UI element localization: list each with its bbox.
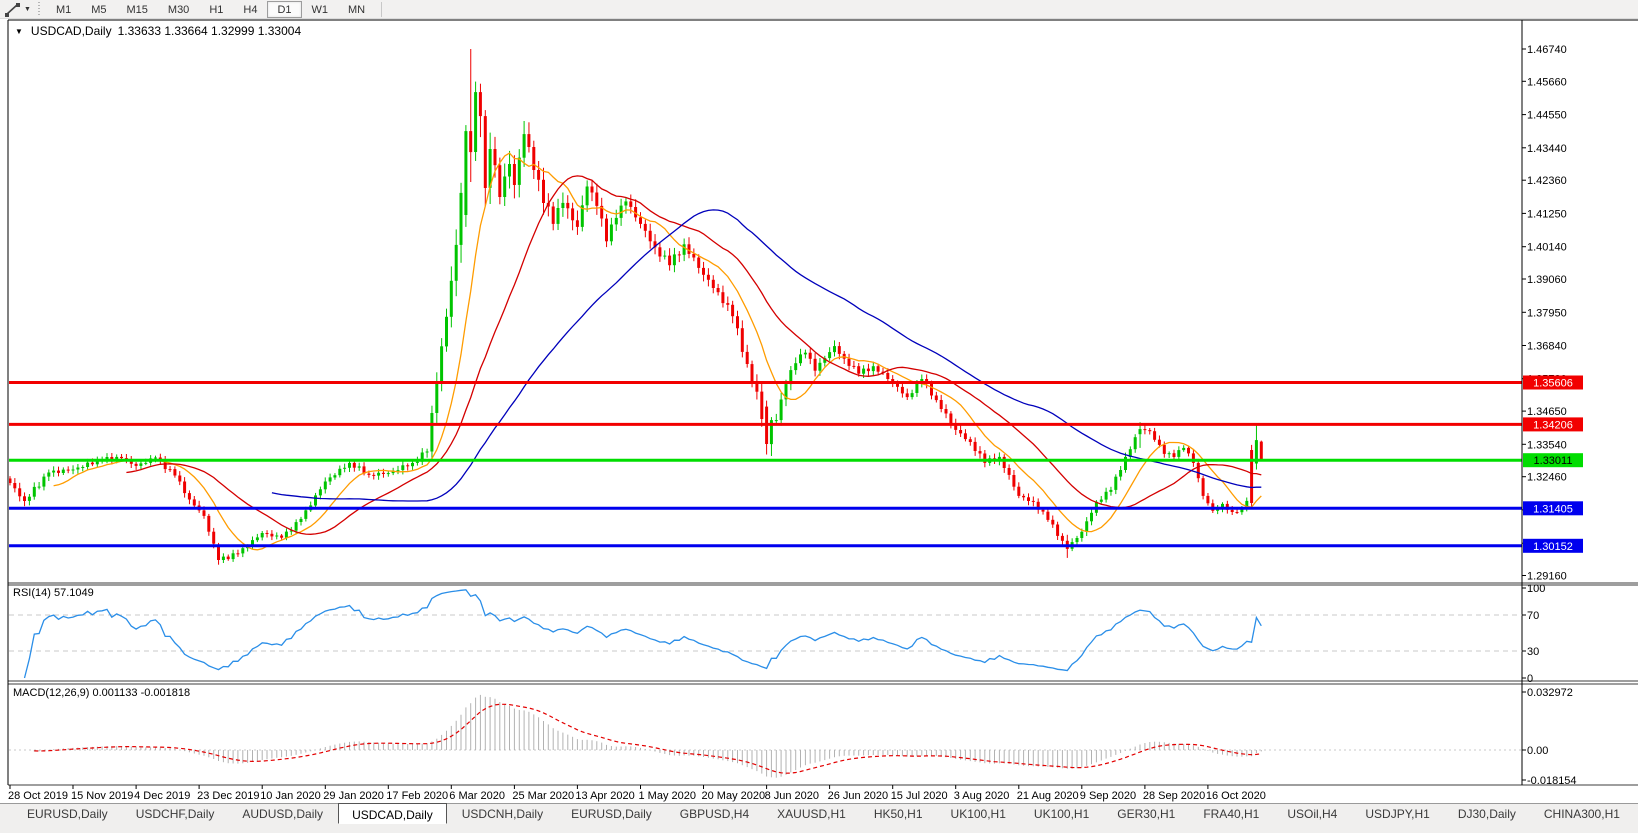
svg-text:1.46740: 1.46740 [1527,44,1567,56]
rsi-indicator-label: RSI(14) 57.1049 [13,587,94,599]
timeframe-button-m15[interactable]: M15 [117,1,158,18]
tab-ger30-h1[interactable]: GER30,H1 [1104,805,1188,824]
tab-usdchf-daily[interactable]: USDCHF,Daily [123,805,228,824]
svg-text:1.33011: 1.33011 [1534,455,1573,467]
svg-text:1.36840: 1.36840 [1527,341,1567,353]
chart-canvas[interactable]: 1.46740 1.45660 1.44550 1.43440 1.42360 1.412… [0,0,1638,833]
symbol-dropdown-icon[interactable]: ▼ [15,27,23,36]
rsi-axis: 100 70 30 0 [1522,583,1545,685]
toolbar-separator [381,1,383,17]
svg-text:100: 100 [1527,583,1545,595]
svg-text:1.37950: 1.37950 [1527,307,1567,319]
chart-title: ▼ USDCAD,Daily 1.33633 1.33664 1.32999 1… [15,24,301,38]
svg-text:16 Oct 2020: 16 Oct 2020 [1206,790,1266,802]
svg-text:0.00: 0.00 [1527,745,1548,757]
svg-text:1.30152: 1.30152 [1533,541,1573,553]
tab-fra40-h1[interactable]: FRA40,H1 [1190,805,1272,824]
chart-tabs: EURUSD,Daily USDCHF,Daily AUDUSD,Daily USDC… [0,803,1638,824]
svg-text:21 Aug 2020: 21 Aug 2020 [1017,790,1079,802]
macd-histogram [33,694,1262,778]
svg-text:1.45660: 1.45660 [1527,76,1567,88]
drawing-tool-icon [5,2,20,17]
svg-text:3 Aug 2020: 3 Aug 2020 [954,790,1010,802]
tab-dj30-daily[interactable]: DJ30,Daily [1445,805,1529,824]
svg-text:25 Mar 2020: 25 Mar 2020 [512,790,574,802]
svg-text:17 Feb 2020: 17 Feb 2020 [386,790,448,802]
svg-text:1.39060: 1.39060 [1527,274,1567,286]
tab-usdcad-daily[interactable]: USDCAD,Daily [338,803,447,824]
tab-usdcnh-daily[interactable]: USDCNH,Daily [449,805,556,824]
svg-text:1 May 2020: 1 May 2020 [639,790,696,802]
tab-hk50-h1[interactable]: HK50,H1 [861,805,936,824]
svg-text:23 Dec 2019: 23 Dec 2019 [197,790,259,802]
tab-uk100-h1[interactable]: UK100,H1 [1021,805,1102,824]
svg-text:1.29160: 1.29160 [1527,571,1567,583]
svg-text:1.41250: 1.41250 [1527,208,1567,220]
svg-text:28 Sep 2020: 28 Sep 2020 [1143,790,1205,802]
tab-uk100-h1[interactable]: UK100,H1 [938,805,1019,824]
drawing-tool-button[interactable]: ▼ [0,0,35,19]
svg-text:8 Jun 2020: 8 Jun 2020 [765,790,819,802]
svg-text:1.32460: 1.32460 [1527,472,1567,484]
svg-text:-0.018154: -0.018154 [1527,775,1577,787]
timeframe-button-m30[interactable]: M30 [158,1,199,18]
svg-text:1.34206: 1.34206 [1533,419,1573,431]
chart-symbol-label: USDCAD,Daily [30,24,112,38]
svg-text:29 Jan 2020: 29 Jan 2020 [323,790,384,802]
tab-xauusd-h1[interactable]: XAUUSD,H1 [764,805,859,824]
svg-text:1.40140: 1.40140 [1527,242,1567,254]
timeframe-button-w1[interactable]: W1 [302,1,339,18]
svg-text:0.032972: 0.032972 [1527,687,1573,699]
svg-text:20 May 2020: 20 May 2020 [702,790,766,802]
tab-china300-h1[interactable]: CHINA300,H1 [1531,805,1633,824]
timeframe-button-h1[interactable]: H1 [199,1,233,18]
timeframe-button-group: M1 M5 M15 M30 H1 H4 D1 W1 MN [46,0,375,18]
date-axis: 28 Oct 2019 15 Nov 2019 4 Dec 2019 23 Dec 2… [8,785,1266,802]
tab-usdjpy-h1[interactable]: USDJPY,H1 [1352,805,1442,824]
ma-10-line [53,152,1262,551]
timeframe-button-m5[interactable]: M5 [81,1,116,18]
svg-text:28 Oct 2019: 28 Oct 2019 [8,790,68,802]
svg-text:15 Jul 2020: 15 Jul 2020 [891,790,948,802]
macd-axis: 0.032972 0.00 -0.018154 [1522,687,1577,787]
svg-text:6 Mar 2020: 6 Mar 2020 [449,790,505,802]
svg-text:10 Jan 2020: 10 Jan 2020 [260,790,321,802]
timeframe-button-m1[interactable]: M1 [46,1,81,18]
timeframe-button-h4[interactable]: H4 [233,1,267,18]
tab-usoil-h4[interactable]: USOil,H4 [1274,805,1350,824]
svg-text:26 Jun 2020: 26 Jun 2020 [828,790,889,802]
price-axis: 1.46740 1.45660 1.44550 1.43440 1.42360 1.412… [1522,44,1583,583]
rsi-line [23,589,1262,679]
svg-text:4 Dec 2019: 4 Dec 2019 [134,790,190,802]
svg-text:1.34650: 1.34650 [1527,406,1567,418]
tab-gbpusd-h4[interactable]: GBPUSD,H4 [667,805,762,824]
ma-55-line [271,209,1262,502]
ma-25-line [126,175,1262,535]
svg-text:1.42360: 1.42360 [1527,175,1567,187]
svg-text:0: 0 [1527,673,1533,685]
top-toolbar: ▼ M1 M5 M15 M30 H1 H4 D1 W1 MN [0,0,1638,19]
svg-text:30: 30 [1527,646,1539,658]
tab-audusd-daily[interactable]: AUDUSD,Daily [229,805,336,824]
chart-tab-bar: EURUSD,Daily USDCHF,Daily AUDUSD,Daily USDC… [0,803,1638,833]
tab-eurusd-daily[interactable]: EURUSD,Daily [558,805,665,824]
chart-ohlc-values: 1.33633 1.33664 1.32999 1.33004 [117,24,302,38]
svg-text:9 Sep 2020: 9 Sep 2020 [1080,790,1136,802]
svg-text:1.43440: 1.43440 [1527,143,1567,155]
svg-text:1.35606: 1.35606 [1533,378,1573,390]
chevron-down-icon: ▼ [24,5,31,13]
svg-text:70: 70 [1527,610,1539,622]
timeframe-button-d1[interactable]: D1 [267,0,302,18]
svg-text:13 Apr 2020: 13 Apr 2020 [575,790,634,802]
svg-text:1.33540: 1.33540 [1527,439,1567,451]
tab-eurusd-daily[interactable]: EURUSD,Daily [14,805,121,824]
toolbar-grip-handle[interactable] [36,2,41,16]
macd-indicator-label: MACD(12,26,9) 0.001133 -0.001818 [13,687,191,699]
svg-text:1.31405: 1.31405 [1533,503,1573,515]
svg-text:1.44550: 1.44550 [1527,110,1567,122]
svg-text:15 Nov 2019: 15 Nov 2019 [71,790,133,802]
timeframe-button-mn[interactable]: MN [338,1,375,18]
